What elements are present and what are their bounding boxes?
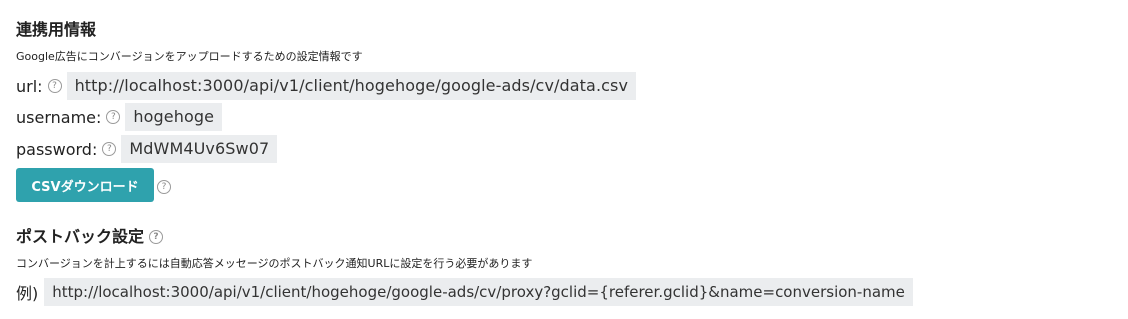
username-help-icon[interactable]: ? <box>106 110 121 124</box>
postback-title-text: ポストバック設定 <box>16 227 145 246</box>
example-label: 例) <box>16 284 39 303</box>
postback-url-value[interactable]: http://localhost:3000/api/v1/client/hoge… <box>44 278 913 306</box>
username-label: username: <box>16 107 102 127</box>
password-label: password: <box>16 139 98 159</box>
settings-panel: 連携用情報 Google広告にコンバージョンをアップロードするための設定情報です… <box>0 0 1128 319</box>
postback-example-row: 例) http://localhost:3000/api/v1/client/h… <box>16 278 913 306</box>
postback-description: コンバージョンを計上するには自動応答メッセージのポストバック通知URLに設定を行… <box>16 257 533 270</box>
username-value[interactable]: hogehoge <box>125 103 223 131</box>
url-help-icon[interactable]: ? <box>47 79 62 93</box>
postback-help-icon[interactable]: ? <box>149 230 164 244</box>
password-row: password: ? MdWM4Uv6Sw07 <box>16 135 278 163</box>
url-row: url: ? http://localhost:3000/api/v1/clie… <box>16 72 637 100</box>
password-help-icon[interactable]: ? <box>102 142 117 156</box>
integration-description: Google広告にコンバージョンをアップロードするための設定情報です <box>16 50 363 63</box>
url-label: url: <box>16 76 43 96</box>
username-row: username: ? hogehoge <box>16 103 223 131</box>
url-value[interactable]: http://localhost:3000/api/v1/client/hoge… <box>66 72 637 100</box>
csv-download-button[interactable]: CSVダウンロード <box>16 168 154 202</box>
csv-help-icon[interactable]: ? <box>157 180 171 194</box>
integration-title-text: 連携用情報 <box>16 20 97 39</box>
postback-section-title: ポストバック設定 ? <box>16 227 168 247</box>
password-value[interactable]: MdWM4Uv6Sw07 <box>121 135 278 163</box>
integration-section-title: 連携用情報 <box>16 20 96 40</box>
